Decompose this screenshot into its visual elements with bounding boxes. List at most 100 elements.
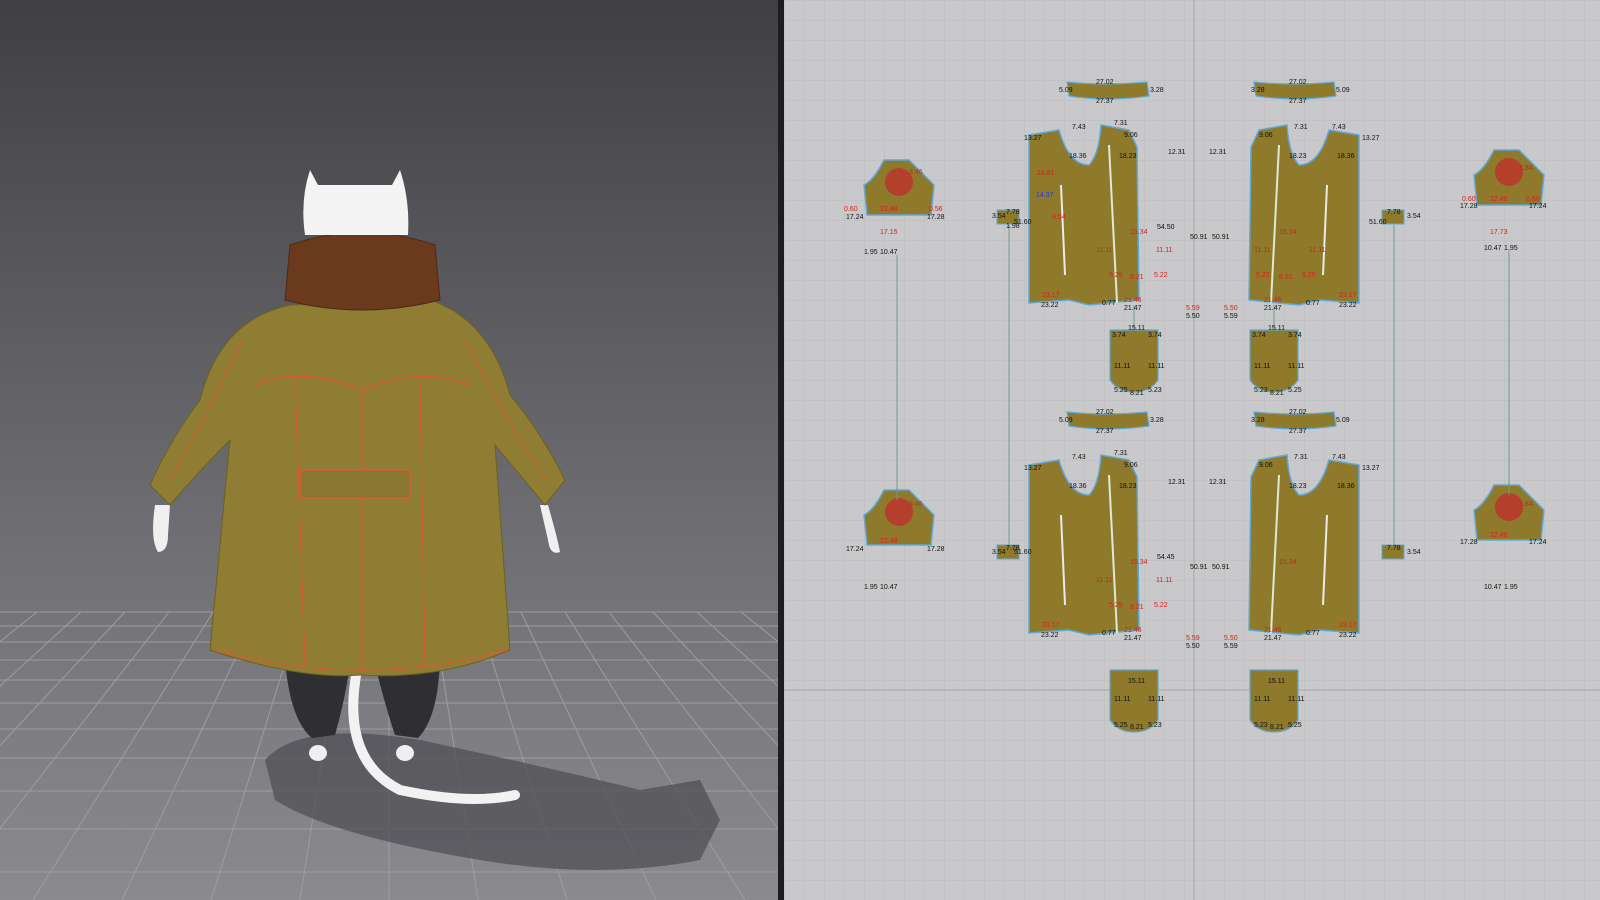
measurement-label: 8.21 bbox=[1130, 724, 1144, 731]
measurement-label: 15.11 bbox=[1128, 678, 1145, 685]
measurement-label: 1.98 bbox=[1006, 223, 1020, 230]
measurement-label: 7.31 bbox=[1114, 120, 1128, 127]
measurement-label: 8.21 bbox=[1130, 274, 1144, 281]
measurement-label: 11.11 bbox=[1114, 696, 1131, 703]
measurement-label: 15.34 bbox=[1130, 229, 1148, 236]
measurement-label: 3.28 bbox=[1150, 417, 1164, 424]
measurement-label: 11.11 bbox=[1254, 363, 1271, 370]
measurement-label: 27.02 bbox=[1289, 79, 1307, 86]
pocket-piece[interactable] bbox=[1249, 329, 1299, 393]
measurement-label: 18.36 bbox=[1069, 153, 1087, 160]
measurement-label: 17.28 bbox=[927, 214, 945, 221]
measurement-label: 5.23 bbox=[1148, 387, 1162, 394]
measurement-label: 51.60 bbox=[1369, 219, 1387, 226]
measurement-label: 1.95 bbox=[1504, 584, 1518, 591]
measurement-label: 5.09 bbox=[1336, 417, 1350, 424]
measurement-label: 23.17 bbox=[1042, 622, 1060, 629]
measurement-label: 5.50 bbox=[1224, 635, 1238, 642]
measurement-label: 12.31 bbox=[1209, 479, 1227, 486]
measurement-label: 18.23 bbox=[1119, 153, 1137, 160]
measurement-label: 3.54 bbox=[992, 549, 1006, 556]
measurement-label: 5.59 bbox=[1224, 643, 1238, 650]
measurement-label: 21.46 bbox=[1264, 297, 1282, 304]
measurement-label: 54.50 bbox=[1157, 224, 1175, 231]
measurement-label: 9.06 bbox=[1124, 132, 1138, 139]
measurement-label: 1.95 bbox=[1504, 245, 1518, 252]
coat-back bbox=[149, 299, 566, 677]
measurement-label: 0.60 bbox=[1526, 196, 1540, 203]
measurement-label: 10.47 bbox=[1484, 584, 1502, 591]
pattern-grid bbox=[784, 0, 1600, 900]
measurement-label: 3.74 bbox=[1252, 332, 1266, 339]
measurement-label: 1.95 bbox=[864, 249, 878, 256]
measurement-label: 5.25 bbox=[1302, 272, 1316, 279]
measurement-label: 8.21 bbox=[1279, 274, 1293, 281]
measurement-label: 12.31 bbox=[1168, 149, 1186, 156]
measurement-label: 15.34 bbox=[1279, 559, 1297, 566]
measurement-label: 7.78 bbox=[1006, 209, 1020, 216]
right-hand bbox=[540, 505, 560, 553]
measurement-label: 18.36 bbox=[1337, 483, 1355, 490]
measurement-label: 13.27 bbox=[1024, 465, 1042, 472]
measurement-label: 27.37 bbox=[1096, 428, 1114, 435]
measurement-label: 7.31 bbox=[1294, 454, 1308, 461]
measurement-label: 5.09 bbox=[1336, 87, 1350, 94]
measurement-label: 27.37 bbox=[1096, 98, 1114, 105]
measurement-label: 21.47 bbox=[1124, 305, 1142, 312]
measurement-label: 8.21 bbox=[1130, 390, 1144, 397]
measurement-label: 15.34 bbox=[1279, 229, 1297, 236]
measurement-label: 3.74 bbox=[1288, 332, 1302, 339]
measurement-label: 8.21 bbox=[1130, 604, 1144, 611]
measurement-label: 54.45 bbox=[1157, 554, 1175, 561]
measurement-label: 11.11 bbox=[1309, 247, 1326, 254]
measurement-label: 3.46 bbox=[909, 501, 923, 508]
measurement-label: 5.25 bbox=[1109, 602, 1123, 609]
measurement-label: 23.17 bbox=[1042, 292, 1060, 299]
measurement-label: 5.50 bbox=[1224, 305, 1238, 312]
measurement-label: 5.22 bbox=[1256, 272, 1270, 279]
avatar-3d-viewport[interactable] bbox=[0, 0, 778, 900]
measurement-label: 0.77 bbox=[1102, 630, 1116, 637]
measurement-label: 9.06 bbox=[1259, 132, 1273, 139]
measurement-label: 5.23 bbox=[1148, 722, 1162, 729]
pocket-piece[interactable] bbox=[1109, 329, 1159, 393]
measurement-label: 15.11 bbox=[1268, 325, 1285, 332]
measurement-label: 3.28 bbox=[1251, 417, 1265, 424]
measurement-label: 7.43 bbox=[1072, 454, 1086, 461]
measurement-label: 50.91 bbox=[1190, 564, 1208, 571]
measurement-label: 9.06 bbox=[1124, 462, 1138, 469]
measurement-label: 17.24 bbox=[1529, 203, 1547, 210]
measurement-label: 11.11 bbox=[1148, 363, 1165, 370]
measurement-label: 5.25 bbox=[1288, 387, 1302, 394]
measurement-label: 23.22 bbox=[1041, 302, 1059, 309]
measurement-label: 17.28 bbox=[1460, 539, 1478, 546]
measurement-label: 18.23 bbox=[1289, 153, 1307, 160]
measurement-label: 17.28 bbox=[927, 546, 945, 553]
measurement-label: 17.24 bbox=[1529, 539, 1547, 546]
measurement-label: 23.22 bbox=[1339, 302, 1357, 309]
measurement-label: 18.23 bbox=[1119, 483, 1137, 490]
measurement-label: 7.78 bbox=[1387, 545, 1401, 552]
measurement-label: 27.02 bbox=[1096, 409, 1114, 416]
measurement-label: 3.46 bbox=[909, 169, 923, 176]
measurement-label: 3.84 bbox=[1519, 165, 1533, 172]
measurement-label: 11.11 bbox=[1254, 696, 1271, 703]
measurement-label: 11.11 bbox=[1096, 247, 1113, 254]
measurement-label: 10.47 bbox=[880, 584, 898, 591]
measurement-label: 3.54 bbox=[1407, 549, 1421, 556]
measurement-label: 18.36 bbox=[1337, 153, 1355, 160]
pattern-2d-viewport[interactable]: 27.02 27.37 5.09 3.28 27.02 27.37 3.28 5… bbox=[784, 0, 1600, 900]
measurement-label: 11.11 bbox=[1114, 363, 1131, 370]
measurement-label: 11.11 bbox=[1254, 247, 1271, 254]
measurement-label: 3.28 bbox=[1251, 87, 1265, 94]
measurement-label: 7.31 bbox=[1114, 450, 1128, 457]
measurement-label: 3.54 bbox=[992, 213, 1006, 220]
measurement-label: 22.48 bbox=[880, 538, 898, 545]
measurement-label: 3.74 bbox=[1112, 332, 1126, 339]
measurement-label: 7.78 bbox=[1387, 209, 1401, 216]
measurement-label: 7.78 bbox=[1006, 545, 1020, 552]
measurement-label: 7.43 bbox=[1072, 124, 1086, 131]
measurement-label: 21.47 bbox=[1124, 635, 1142, 642]
measurement-label: 7.31 bbox=[1294, 124, 1308, 131]
measurement-label: 3.54 bbox=[1052, 214, 1066, 221]
